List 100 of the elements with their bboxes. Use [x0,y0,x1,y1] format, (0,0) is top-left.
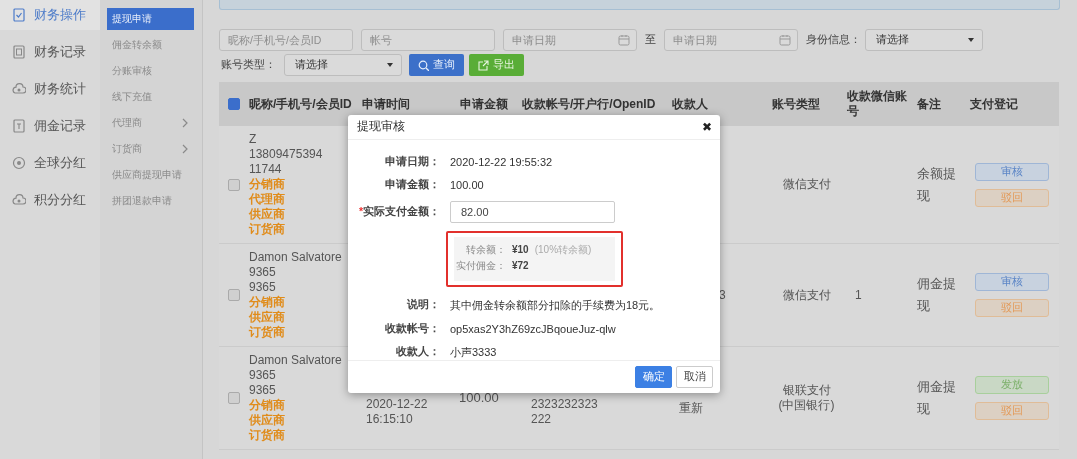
submenu-item[interactable]: 拼团退款申请 [107,190,194,212]
role-tag: 订货商 [249,325,356,340]
member-text: 11744 [249,162,283,177]
role-tag: 分销商 [249,295,356,310]
field-label: 账号类型： [221,58,276,72]
field-label: 申请日期： [384,154,440,169]
close-button[interactable]: ✖ [701,119,712,134]
cloud-icon [12,82,26,96]
column-header: 备注 [917,96,941,111]
submenu-item[interactable]: 供应商提现申请 [107,164,194,186]
target-icon [12,156,26,170]
input-field[interactable]: 帐号 [361,29,495,51]
chevron-icon [181,118,189,128]
input-field[interactable]: 82.00 [450,200,615,223]
submenu-item[interactable]: 订货商 [107,138,194,160]
field-value: op5xas2Y3hZ69zcJBqoueJuz-qlw [450,322,617,335]
table-cell-text: 重新 [678,399,703,416]
date-field[interactable]: 申请日期 [503,29,637,51]
confirm-button[interactable]: 确定 [635,365,672,388]
field-value: 小声3333 [450,344,498,360]
role-tag: 供应商 [249,413,356,428]
caret-icon [968,38,974,42]
nav-item[interactable]: 财务统计 [0,74,100,104]
nav-item[interactable]: 积分分红 [0,185,100,215]
nav-item[interactable]: 财务操作 [0,0,100,30]
calendar-icon [618,34,630,46]
select-field[interactable]: 请选择 [865,29,983,51]
submenu-item[interactable]: 代理商 [107,112,194,134]
role-tag: 分销商 [249,177,356,192]
field-value: 其中佣金转余额部分扣除的手续费为18元。 [450,297,662,313]
pay-button[interactable]: 发放 [975,376,1049,394]
field-label: 申请金额： [384,177,440,192]
column-header: 支付登记 [970,96,1018,111]
calendar-icon [779,34,791,46]
summary-note: (10%转余额) [534,242,592,257]
column-header: 收款帐号/开户行/OpenID [522,96,656,111]
caret-icon [387,63,393,67]
document-icon [12,119,26,133]
table-cell-text: 银联支付 (中国银行) [777,383,836,413]
search-button[interactable]: 查询 [409,54,464,76]
column-header: 昵称/手机号/会员ID [249,96,352,111]
member-text: 9365 [249,368,277,383]
column-header: 收款人 [672,96,708,111]
role-tag: 分销商 [249,398,356,413]
submenu-item[interactable]: 线下充值 [107,86,194,108]
table-cell-text: 余额提现 [917,165,957,205]
select-field[interactable]: 请选择 [284,54,402,76]
review-button[interactable]: 审核 [975,162,1049,181]
member-text: Damon Salvatore [249,353,343,368]
export-icon [478,59,489,71]
cloud-icon [12,193,26,207]
member-text: 9365 [249,383,277,398]
nav-item[interactable]: 财务记录 [0,37,100,67]
table-cell-text: 1 [854,287,862,303]
table-cell-text: 微信支付 [781,177,832,192]
column-header: 收款微信账号 [847,89,907,118]
table-cell-text: 2323232323222 [530,396,599,427]
review-button[interactable]: 审核 [975,273,1049,291]
member-text: 9365 [249,280,277,295]
column-header: 申请金额 [460,96,508,111]
field-label: *实际支付金额： [357,204,440,219]
member-text: Z [249,132,258,147]
checkbox[interactable] [228,178,240,191]
submenu-item[interactable]: 分账审核 [107,60,194,82]
role-tag: 代理商 [249,192,356,207]
role-tag: 供应商 [249,310,356,325]
cancel-button[interactable]: 取消 [676,365,713,388]
table-cell-text: 佣金提现 [917,379,957,418]
column-header: 申请时间 [362,96,410,111]
field-value: 100.00 [450,178,485,191]
checkbox[interactable] [228,289,240,301]
date-field[interactable]: 申请日期 [664,29,798,51]
input-field[interactable]: 昵称/手机号/会员ID [219,29,353,51]
nav-item[interactable]: 全球分红 [0,148,100,178]
submenu-item[interactable]: 提现申请 [107,8,194,30]
document-icon [12,8,26,22]
field-label: 身份信息： [806,33,861,47]
table-cell-text: 100.00 [458,390,499,405]
summary-value: ¥72 [512,258,529,273]
nav-item[interactable]: 佣金记录 [0,111,100,141]
checkbox[interactable] [228,98,240,110]
table-cell-text: 3 [718,287,726,303]
document-icon [12,45,26,59]
role-tag: 订货商 [249,222,356,237]
range-label: 至 [645,33,656,47]
role-tag: 供应商 [249,207,356,222]
field-label: 说明： [406,298,440,313]
search-icon [418,59,429,71]
table-cell-text: 微信支付 [781,287,832,303]
summary-value: ¥10 [512,242,529,257]
member-text: 9365 [249,265,277,280]
role-tag: 订货商 [249,428,356,443]
column-header: 账号类型 [772,96,820,111]
member-text: Damon Salvatore [249,250,343,265]
table-cell-text: 佣金提现 [917,276,957,315]
checkbox[interactable] [228,392,240,404]
export-button[interactable]: 导出 [469,54,524,76]
submenu-item[interactable]: 佣金转余额 [107,34,194,56]
field-value: 2020-12-22 19:55:32 [450,155,554,168]
chevron-icon [181,144,189,154]
